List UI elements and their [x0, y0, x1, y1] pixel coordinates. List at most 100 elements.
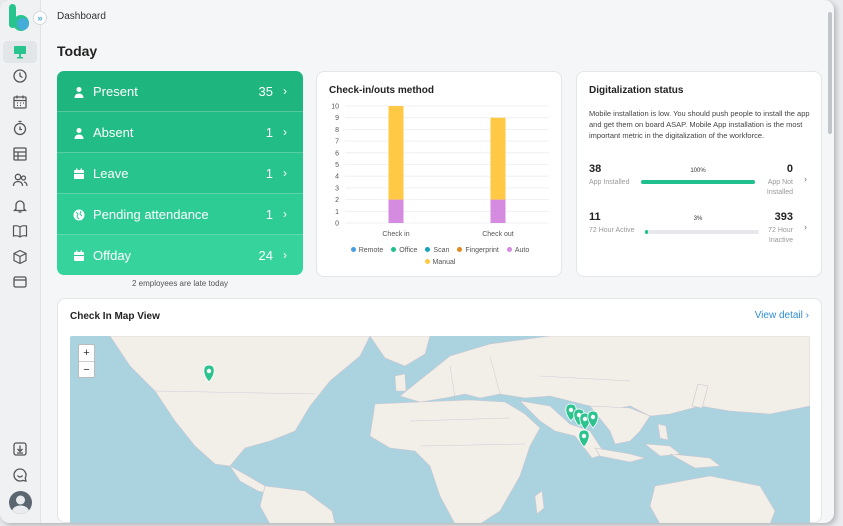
y-tick-label: 6	[335, 150, 339, 157]
attendance-tile-present[interactable]: Present 35 ›	[57, 71, 303, 112]
legend-dot	[506, 247, 512, 252]
active-72h-progress-fill	[645, 230, 649, 234]
calendar-icon	[13, 95, 27, 109]
chevron-right-icon: ›	[283, 166, 287, 180]
zoom-in-button[interactable]: +	[79, 345, 94, 361]
sidebar-item-integrations[interactable]	[12, 249, 28, 265]
attendance-count: 1	[265, 165, 273, 181]
sidebar-item-billing[interactable]	[12, 274, 28, 290]
app-not-installed-label: App Not Installed	[766, 179, 793, 196]
person-icon	[73, 85, 85, 98]
sidebar-item-timesheet[interactable]	[12, 146, 28, 162]
view-detail-link[interactable]: View detail ›	[755, 310, 809, 321]
map-marker-dot	[206, 368, 212, 374]
sidebar-expand-button[interactable]: »	[33, 11, 47, 25]
legend-label: Scan	[433, 247, 450, 254]
bar-auto-check-out[interactable]	[490, 199, 506, 223]
map-marker-dot	[581, 433, 587, 439]
bar-manual-check-out[interactable]	[490, 117, 506, 200]
y-tick-label: 2	[335, 197, 339, 204]
chevron-right-icon: ›	[283, 84, 287, 98]
active-72h-progress	[645, 230, 759, 234]
calendar-icon	[73, 167, 85, 179]
app-installed-percent: 100%	[690, 168, 706, 174]
legend-item-office[interactable]: Office	[391, 247, 417, 254]
bar-auto-check-in[interactable]	[388, 199, 404, 223]
attendance-label: Present	[93, 83, 138, 99]
app-logo[interactable]	[7, 4, 31, 32]
map-marker-dot	[582, 416, 588, 422]
y-tick-label: 4	[335, 174, 339, 181]
sidebar-chat-button[interactable]	[12, 467, 28, 483]
wallet-icon	[13, 276, 27, 288]
y-tick-label: 3	[335, 185, 339, 192]
app-installed-progress	[641, 180, 755, 184]
legend-label: Office	[399, 247, 418, 254]
attendance-label: Absent	[93, 124, 134, 140]
legend-item-scan[interactable]: Scan	[425, 247, 449, 254]
app-installed-label: App Installed	[589, 179, 630, 186]
legend-label: Remote	[358, 247, 384, 254]
map-zoom-control: + −	[78, 344, 95, 378]
chevron-right-icon: ›	[283, 125, 287, 139]
sidebar-item-dashboard[interactable]	[3, 41, 37, 63]
attendance-tile-pending-attendance[interactable]: Pending attendance 1 ›	[57, 194, 303, 235]
app-window: » Dashboard Today Present 35 › Absent 1 …	[0, 0, 834, 523]
map-marker-icon[interactable]	[587, 410, 599, 429]
breadcrumb[interactable]: Dashboard	[57, 11, 106, 22]
sidebar-item-notifications[interactable]	[12, 198, 28, 214]
sidebar-item-attendance[interactable]	[12, 68, 28, 84]
sidebar-item-calendar[interactable]	[12, 94, 28, 110]
chevron-right-icon[interactable]: ›	[804, 222, 807, 232]
users-icon	[12, 173, 28, 187]
cube-icon	[13, 249, 27, 265]
legend-item-manual[interactable]: Manual	[424, 259, 455, 266]
legend-dot	[350, 247, 356, 252]
bell-icon	[12, 200, 28, 213]
map-marker-dot	[590, 414, 596, 420]
legend-label: Auto	[514, 247, 530, 254]
active-72h-percent: 3%	[693, 216, 703, 222]
x-tick-label: Check out	[482, 231, 514, 238]
chevron-right-icon: ›	[805, 310, 809, 321]
sidebar-download-button[interactable]	[12, 441, 28, 457]
legend-dot	[425, 247, 431, 252]
page-scrollbar[interactable]	[828, 12, 832, 134]
inactive-72h-label: 72 Hour Inactive	[768, 227, 793, 244]
attendance-count: 1	[265, 206, 273, 222]
sidebar-item-timer[interactable]	[12, 120, 28, 136]
app-installed-count: 38	[589, 163, 602, 175]
download-icon	[13, 442, 27, 456]
legend-dot	[457, 247, 463, 252]
attendance-tile-leave[interactable]: Leave 1 ›	[57, 153, 303, 194]
legend-item-remote[interactable]: Remote	[350, 247, 384, 254]
bar-manual-check-in[interactable]	[388, 106, 404, 200]
digitalization-title: Digitalization status	[589, 85, 684, 96]
sidebar-item-guide[interactable]	[12, 223, 28, 239]
legend-label: Fingerprint	[465, 247, 499, 254]
legend-item-fingerprint[interactable]: Fingerprint	[457, 247, 499, 254]
app-not-installed-count: 0	[786, 163, 793, 175]
y-tick-label: 0	[335, 221, 339, 228]
chevron-right-icon[interactable]: ›	[804, 174, 807, 184]
grid-table-icon	[13, 147, 27, 161]
world-map[interactable]: + −	[70, 336, 810, 523]
y-tick-label: 8	[335, 127, 339, 134]
legend-item-auto[interactable]: Auto	[506, 247, 530, 254]
checkin-map-card: Check In Map View View detail › + −	[57, 298, 822, 523]
app-installed-progress-fill	[641, 180, 755, 184]
person-icon	[73, 126, 85, 139]
chat-icon	[13, 468, 27, 482]
zoom-out-button[interactable]: −	[79, 361, 94, 377]
globe-icon	[73, 208, 85, 221]
checkin-method-chart: 0 1 2 3 4 5 6 7 8 9 10 Check in Check out	[331, 104, 549, 238]
chevron-right-icon: ›	[283, 248, 287, 262]
book-icon	[12, 225, 28, 238]
digitalization-description: Mobile installation is low. You should p…	[589, 109, 810, 140]
attendance-tile-offday[interactable]: Offday 24 ›	[57, 235, 303, 275]
chart-legend: Remote Office Scan Fingerprint Auto Manual	[317, 247, 563, 266]
sidebar-item-people[interactable]	[12, 172, 28, 188]
attendance-tile-absent[interactable]: Absent 1 ›	[57, 112, 303, 153]
y-tick-label: 5	[335, 162, 339, 169]
user-avatar[interactable]	[9, 491, 32, 514]
